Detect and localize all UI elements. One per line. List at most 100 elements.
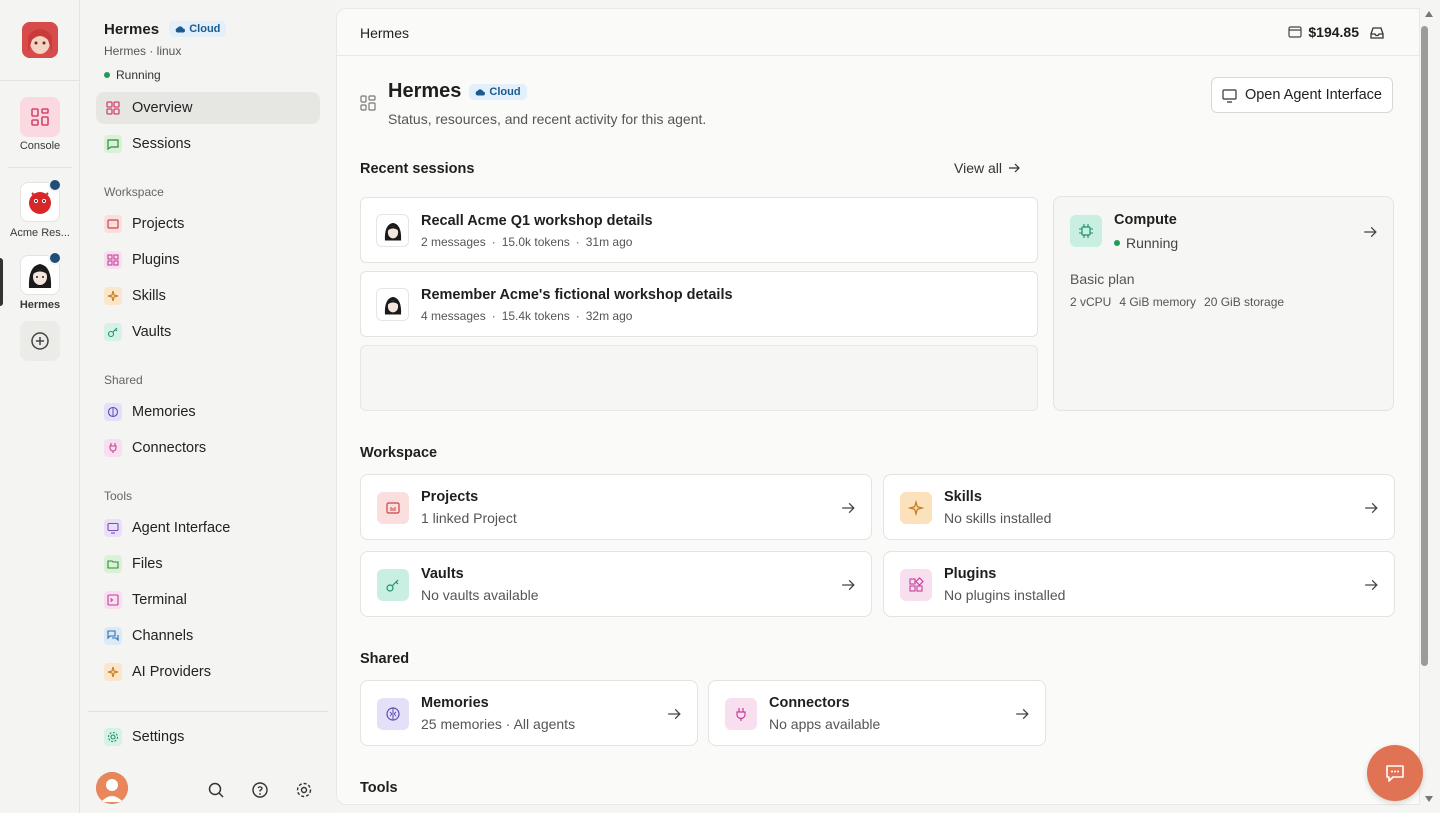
card-title: Projects [421,489,479,505]
app-logo[interactable] [22,22,58,58]
user-avatar[interactable] [96,772,128,804]
card-subtitle: No plugins installed [944,587,1066,603]
arrow-right-icon [1364,226,1377,238]
session-placeholder [360,345,1038,411]
breadcrumb: Hermes [360,25,410,41]
nav-memories[interactable]: Memories [96,396,320,428]
folder-icon [104,215,122,233]
folder-icon [377,492,409,524]
grid-icon [31,108,49,126]
page-title: Hermes Cloud [388,80,527,103]
nav-skills[interactable]: Skills [96,280,320,312]
nav-files[interactable]: Files [96,548,320,580]
nav-projects[interactable]: Projects [96,208,320,240]
inbox-icon[interactable] [1369,25,1385,41]
card-subtitle: No apps available [769,716,881,732]
memories-card[interactable]: Memories 25 memories · All agents [360,680,698,746]
session-meta: 4 messages · 15.4k tokens · 32m ago [421,309,633,323]
skills-card[interactable]: Skills No skills installed [883,474,1395,540]
shared-heading: Shared [360,651,410,667]
grid-icon [104,99,122,117]
session-card[interactable]: Remember Acme's fictional workshop detai… [360,271,1038,337]
arrow-right-icon [842,502,855,514]
app-rail: Console Acme Res... Hermes [0,0,80,813]
gear-icon[interactable] [295,781,313,799]
plugin-blocks-icon [104,251,122,269]
arrow-right-icon [1016,708,1029,720]
tools-heading: Tools [104,489,133,503]
help-icon[interactable] [251,781,269,799]
cloud-badge-icon [48,251,62,265]
add-agent-button[interactable] [20,321,60,361]
plug-icon [104,439,122,457]
scrollbar-thumb[interactable] [1421,26,1428,666]
nav-sessions[interactable]: Sessions [96,128,320,160]
session-meta: 2 messages · 15.0k tokens · 31m ago [421,235,633,249]
nav-settings[interactable]: Settings [96,721,320,753]
nav-plugins[interactable]: Plugins [96,244,320,276]
terminal-icon [104,591,122,609]
cloud-badge-icon [48,178,62,192]
agent-subtitle: Hermes · linux [104,44,182,58]
compute-card[interactable]: Compute Running Basic plan 2 vCPU 4 GiB … [1053,196,1394,411]
main-panel: Hermes $194.85 Hermes Cloud Status, reso… [336,8,1420,805]
workspace-heading: Workspace [104,185,164,199]
nav-channels[interactable]: Channels [96,620,320,652]
sparkle-icon [104,287,122,305]
sidebar: Hermes Cloud Hermes · linux Running Over… [80,0,336,813]
session-title: Recall Acme Q1 workshop details [421,213,653,229]
card-title: Connectors [769,695,850,711]
nav-agent-interface[interactable]: Agent Interface [96,512,320,544]
cloud-icon [175,26,186,33]
nav-vaults[interactable]: Vaults [96,316,320,348]
projects-card[interactable]: Projects 1 linked Project [360,474,872,540]
agent-status: Running [104,68,161,82]
card-title: Skills [944,489,982,505]
chat-fab-button[interactable] [1367,745,1423,801]
sparkle-icon [104,663,122,681]
folder-open-icon [104,555,122,573]
plugins-card[interactable]: Plugins No plugins installed [883,551,1395,617]
scroll-up-icon[interactable] [1425,11,1433,17]
card-subtitle: 1 linked Project [421,510,517,526]
grid-icon [360,95,376,111]
cloud-badge: Cloud [469,83,527,100]
console-label: Console [19,140,61,152]
chat-icon [104,135,122,153]
card-subtitle: No skills installed [944,510,1052,526]
open-agent-interface-button[interactable]: Open Agent Interface [1210,77,1393,113]
nav-terminal[interactable]: Terminal [96,584,320,616]
nav-ai-providers[interactable]: AI Providers [96,656,320,688]
plus-circle-icon [31,332,49,350]
agent-acme-label: Acme Res... [10,227,70,239]
monitor-icon [1222,88,1237,103]
scroll-down-icon[interactable] [1425,796,1433,802]
connectors-card[interactable]: Connectors No apps available [708,680,1046,746]
workspace-heading: Workspace [360,445,438,461]
sidebar-divider [88,711,328,712]
recent-sessions-heading: Recent sessions [360,161,475,177]
status-dot-icon [104,72,110,78]
red-blob-avatar-icon [29,192,51,214]
view-all-link[interactable]: View all [954,160,1020,176]
session-title: Remember Acme's fictional workshop detai… [421,287,733,303]
session-card[interactable]: Recall Acme Q1 workshop details 2 messag… [360,197,1038,263]
nav-overview[interactable]: Overview [96,92,320,124]
arrow-right-icon [1365,502,1378,514]
topbar: Hermes $194.85 [337,9,1419,56]
cloud-icon [476,88,486,95]
search-icon[interactable] [207,781,225,799]
nav-connectors[interactable]: Connectors [96,432,320,464]
console-button[interactable] [20,97,60,137]
chat-bubbles-icon [104,627,122,645]
anime-avatar-icon [28,264,52,288]
arrow-right-icon [842,579,855,591]
monitor-icon [104,519,122,537]
chip-icon [1070,215,1102,247]
card-subtitle: No vaults available [421,587,539,603]
vaults-card[interactable]: Vaults No vaults available [360,551,872,617]
balance-button[interactable]: $194.85 [1288,24,1359,40]
page-subtitle: Status, resources, and recent activity f… [388,111,707,127]
compute-plan: Basic plan [1070,271,1135,287]
status-dot-icon [1114,240,1120,246]
